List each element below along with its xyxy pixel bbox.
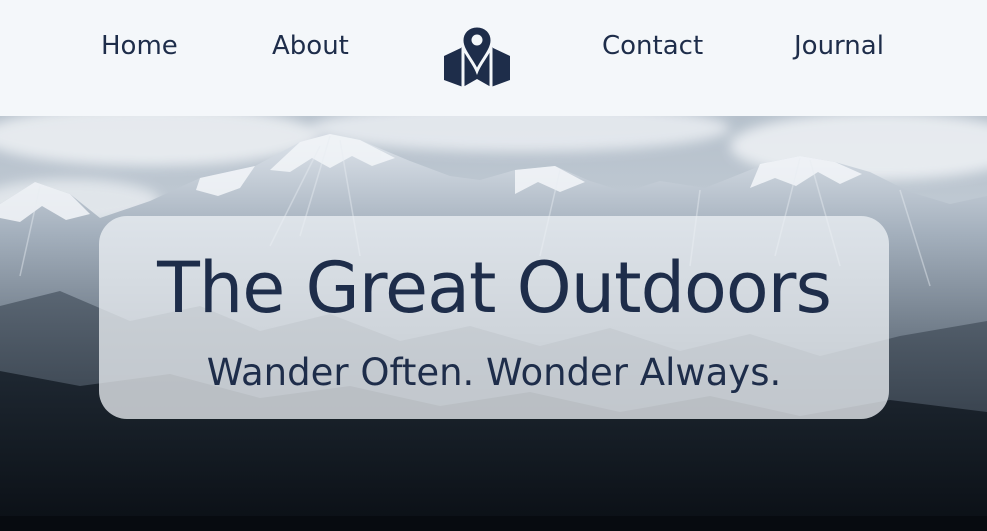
nav-link-journal[interactable]: Journal xyxy=(794,28,884,64)
nav-link-home[interactable]: Home xyxy=(101,28,178,64)
navbar: Home About Contact Journal xyxy=(0,0,987,116)
nav-link-about[interactable]: About xyxy=(272,28,349,64)
hero-title: The Great Outdoors xyxy=(157,247,832,329)
hero-subtitle: Wander Often. Wonder Always. xyxy=(206,351,782,394)
page: Home About Contact Journal The Great Out… xyxy=(0,0,987,531)
map-pin-icon[interactable] xyxy=(442,24,512,88)
hero-section: The Great Outdoors Wander Often. Wonder … xyxy=(0,116,987,531)
map-logo-svg xyxy=(444,24,510,87)
hero-card: The Great Outdoors Wander Often. Wonder … xyxy=(99,216,889,419)
nav-link-contact[interactable]: Contact xyxy=(602,28,703,64)
